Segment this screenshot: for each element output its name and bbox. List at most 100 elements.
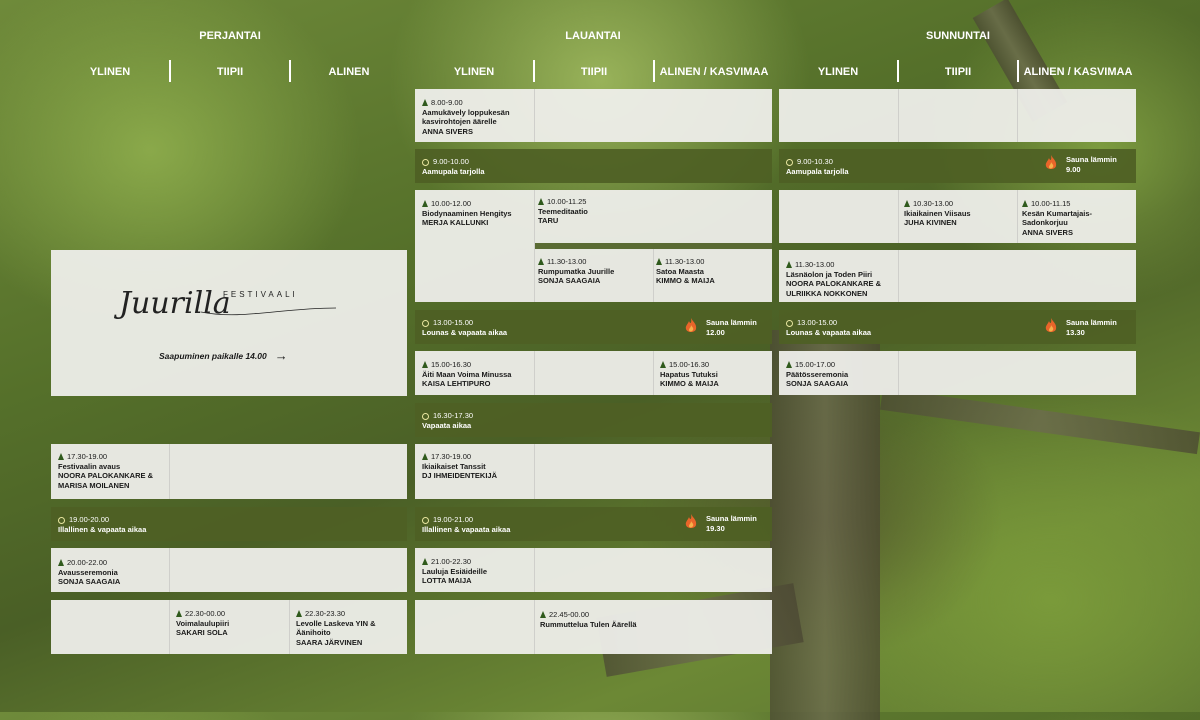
stage-header: YLINEN — [453, 66, 495, 78]
tree-icon — [540, 611, 546, 619]
tree-icon — [422, 361, 428, 369]
event-title: Lauluja Esiäideille — [422, 566, 488, 576]
event-card[interactable]: 11.30-13.00 Rumpumatka Juurille SONJA SA… — [538, 257, 650, 286]
event-time: 21.00-22.30 — [431, 557, 472, 566]
break-info: 9.00-10.30 Aamupala tarjolla — [786, 157, 849, 177]
event-card[interactable]: 22.45-00.00 Rummuttelua Tulen Äärellä — [540, 610, 740, 629]
event-title: Aamukävely loppukesän kasvirohtojen ääre… — [422, 107, 510, 127]
event-people: TARU — [538, 216, 559, 225]
clock-icon — [422, 516, 429, 524]
event-people: NOORA PALOKANKARE & ULRIIKKA NOKKONEN — [786, 279, 881, 298]
clock-icon — [422, 158, 429, 166]
break-info: 19.00-20.00 Illallinen & vapaata aikaa — [58, 515, 146, 535]
event-card[interactable]: 15.00-16.30 Äiti Maan Voima Minussa KAIS… — [422, 360, 534, 389]
event-title: Päätösseremonia — [786, 369, 849, 379]
event-card[interactable]: 8.00-9.00 Aamukävely loppukesän kasviroh… — [422, 98, 532, 136]
cell-divider — [898, 190, 899, 243]
event-people: SONJA SAAGAIA — [786, 379, 849, 388]
event-people: SONJA SAAGAIA — [538, 276, 601, 285]
stage-header: ALINEN / KASVIMAA — [659, 66, 769, 78]
sauna-info: Sauna lämmin 9.00 — [1044, 155, 1117, 175]
break-time: 19.00-21.00 — [433, 515, 474, 524]
event-time: 10.30-13.00 — [913, 199, 954, 208]
event-people: MERJA KALLUNKI — [422, 218, 489, 227]
event-title: Satoa Maasta — [656, 266, 704, 276]
event-card[interactable]: 10.30-13.00 Ikiaikainen Viisaus JUHA KIV… — [904, 199, 1016, 228]
event-title: Biodynaaminen Hengitys — [422, 208, 512, 218]
cell-divider — [898, 351, 899, 395]
arrival-info: Saapuminen paikalle 14.00 → — [159, 348, 288, 363]
tree-icon — [422, 99, 428, 107]
event-time: 10.00-11.25 — [547, 197, 587, 206]
cell-divider — [534, 444, 535, 499]
sauna-text: Sauna lämmin 12.00 — [706, 318, 757, 337]
flame-icon — [1045, 318, 1057, 332]
break-time: 13.00-15.00 — [433, 318, 474, 327]
cell-divider — [898, 250, 899, 302]
tree-branch — [880, 387, 1200, 455]
event-card[interactable]: 10.00-12.00 Biodynaaminen Hengitys MERJA… — [422, 199, 534, 228]
tree-icon — [1022, 200, 1028, 208]
event-card[interactable]: 21.00-22.30 Lauluja Esiäideille LOTTA MA… — [422, 557, 534, 586]
tree-icon — [58, 559, 64, 567]
clock-icon — [422, 412, 429, 420]
event-card[interactable]: 15.00-17.00 Päätösseremonia SONJA SAAGAI… — [786, 360, 898, 389]
break-info: 16.30-17.30 Vapaata aikaa — [422, 411, 473, 431]
cell-divider — [1017, 190, 1018, 243]
cell-divider — [169, 548, 170, 592]
clock-icon — [58, 516, 65, 524]
event-title: Levolle Laskeva YIN & Äänihoito — [296, 618, 376, 638]
event-time: 22.30-23.30 — [305, 609, 346, 618]
event-card[interactable]: 22.30-00.00 Voimalaulupiiri SAKARI SOLA — [176, 609, 286, 638]
event-card[interactable]: 10.00-11.15 Kesän Kumartajais- Sadonkorj… — [1022, 199, 1134, 237]
event-card[interactable]: 10.00-11.25 Teemeditaatio TARU — [538, 197, 650, 226]
stage-header: ALINEN / KASVIMAA — [1023, 66, 1133, 78]
break-time: 16.30-17.30 — [433, 411, 474, 420]
sauna-info: Sauna lämmin 12.00 — [684, 318, 757, 338]
festival-logo-card: Juurilla FESTIVAALI Saapuminen paikalle … — [51, 250, 407, 396]
event-time: 11.30-13.00 — [547, 257, 587, 266]
event-people: ANNA SIVERS — [1022, 227, 1073, 237]
flame-icon — [685, 318, 697, 332]
break-title: Aamupala tarjolla — [422, 167, 485, 176]
event-people: JUHA KIVINEN — [904, 218, 957, 227]
event-card[interactable]: 11.30-13.00 Läsnäolon ja Toden Piiri NOO… — [786, 260, 898, 298]
tree-icon — [786, 361, 792, 369]
schedule-row — [779, 89, 1136, 142]
sauna-text: Sauna lämmin 19.30 — [706, 514, 757, 533]
stage-header: ALINEN — [328, 66, 370, 78]
event-card[interactable]: 22.30-23.30 Levolle Laskeva YIN & Ääniho… — [296, 609, 406, 647]
tree-icon — [786, 261, 792, 269]
event-card[interactable]: 20.00-22.00 Avausseremonia SONJA SAAGAIA — [58, 558, 168, 587]
stage-header: TIIPII — [216, 66, 244, 78]
sauna-text: Sauna lämmin 9.00 — [1066, 155, 1117, 174]
event-card[interactable]: 11.30-13.00 Satoa Maasta KIMMO & MAIJA — [656, 257, 768, 286]
cell-divider — [653, 351, 654, 395]
event-time: 20.00-22.00 — [67, 558, 108, 567]
cell-divider — [1017, 89, 1018, 142]
event-card[interactable]: 17.30-19.00 Ikiaikaiset Tanssit DJ IHMEI… — [422, 452, 534, 481]
event-people: SONJA SAAGAIA — [58, 577, 121, 586]
break-time: 9.00-10.00 — [433, 157, 469, 166]
flame-icon — [1045, 155, 1057, 169]
clock-icon — [422, 319, 429, 327]
event-people: LOTTA MAIJA — [422, 576, 472, 585]
break-title: Lounas & vapaata aikaa — [422, 328, 508, 337]
event-time: 11.30-13.00 — [795, 260, 835, 269]
clock-icon — [786, 158, 793, 166]
cell-divider — [653, 249, 654, 302]
event-time: 11.30-13.00 — [665, 257, 705, 266]
event-people: ANNA SIVERS — [422, 126, 473, 136]
break-title: Illallinen & vapaata aikaa — [422, 525, 511, 534]
tree-icon — [422, 558, 428, 566]
event-people: KIMMO & MAIJA — [656, 276, 715, 285]
tree-icon — [176, 610, 182, 618]
break-info: 13.00-15.00 Lounas & vapaata aikaa — [422, 318, 507, 338]
event-time: 10.00-12.00 — [431, 199, 472, 208]
event-card[interactable]: 17.30-19.00 Festivaalin avaus NOORA PALO… — [58, 452, 168, 490]
tree-icon — [422, 453, 428, 461]
break-time: 19.00-20.00 — [69, 515, 110, 524]
event-people: NOORA PALOKANKARE & MARISA MOILANEN — [58, 471, 153, 490]
event-card[interactable]: 15.00-16.30 Hapatus Tutuksi KIMMO & MAIJ… — [660, 360, 770, 389]
event-time: 17.30-19.00 — [431, 452, 472, 461]
